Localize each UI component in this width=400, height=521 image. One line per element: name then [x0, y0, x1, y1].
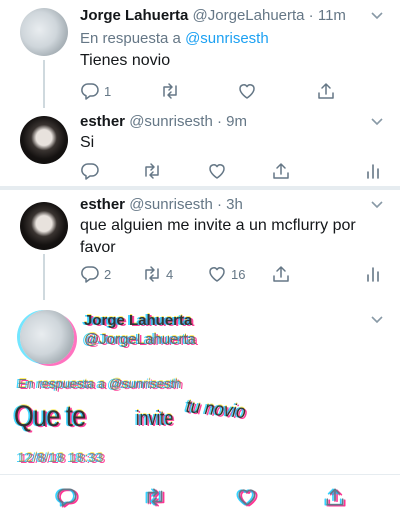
share-icon[interactable]	[324, 486, 346, 508]
detail-reply-context: En respuesta a @sunrisesth	[17, 376, 183, 391]
tweet-detail-glitched[interactable]: Jorge Lahuerta @JorgeLahuerta En respues…	[0, 300, 400, 521]
retweet-count: 4	[166, 266, 174, 282]
thread-line	[43, 60, 45, 108]
timestamp[interactable]: 3h	[226, 196, 243, 213]
user-handle[interactable]: @sunrisesth	[129, 196, 213, 213]
detail-tweet-text: Que te invite tu novio	[14, 394, 394, 444]
detail-timestamp: 12/8/18 18:33	[18, 450, 105, 465]
like-icon	[239, 84, 255, 99]
timestamp[interactable]: 11m	[318, 7, 346, 24]
share-button[interactable]	[271, 160, 291, 182]
tweet-header: esther @sunrisesth · 3h	[80, 196, 243, 213]
timestamp[interactable]: 9m	[226, 113, 247, 130]
share-icon	[318, 83, 334, 99]
reply-context: En respuesta a @sunrisesth	[80, 30, 269, 47]
share-icon	[273, 163, 289, 179]
avatar[interactable]	[20, 8, 68, 56]
retweet-icon	[145, 163, 159, 179]
share-button[interactable]	[316, 80, 336, 102]
analytics-icon	[367, 164, 379, 179]
like-button[interactable]	[207, 160, 227, 182]
user-handle[interactable]: @JorgeLahuerta	[193, 7, 305, 24]
reply-button[interactable]: 2	[80, 263, 111, 285]
retweet-button[interactable]	[160, 80, 180, 102]
reply-count: 1	[104, 83, 112, 99]
analytics-button[interactable]	[363, 160, 383, 182]
share-button[interactable]	[271, 263, 291, 285]
tweet-actions: 2 4 16	[80, 263, 380, 285]
chevron-down-icon[interactable]	[371, 201, 383, 209]
mention-link[interactable]: @sunrisesth	[108, 376, 182, 391]
display-name[interactable]: esther	[80, 196, 125, 213]
detail-user-handle[interactable]: @JorgeLahuerta	[84, 331, 196, 348]
avatar[interactable]	[20, 310, 74, 364]
user-handle[interactable]: @sunrisesth	[129, 113, 213, 130]
retweet-icon	[145, 266, 159, 282]
tweet-header: esther @sunrisesth · 9m	[80, 113, 247, 130]
chevron-down-icon[interactable]	[371, 316, 383, 324]
reply-icon[interactable]	[56, 486, 78, 508]
tweet-jorge-reply[interactable]: Jorge Lahuerta @JorgeLahuerta · 11m En r…	[0, 0, 400, 108]
mention-link[interactable]: @sunrisesth	[185, 30, 269, 47]
text-tu-novio: tu novio	[184, 396, 247, 424]
detail-display-name[interactable]: Jorge Lahuerta	[84, 312, 192, 329]
retweet-icon[interactable]	[144, 486, 166, 508]
reply-icon	[81, 266, 99, 283]
tweet-header: Jorge Lahuerta @JorgeLahuerta · 11m	[80, 7, 346, 24]
reply-button[interactable]	[80, 160, 100, 182]
reply-icon	[81, 163, 99, 180]
tweet-actions: 1	[80, 80, 380, 102]
chevron-down-icon[interactable]	[371, 118, 383, 126]
share-icon	[273, 266, 289, 282]
display-name[interactable]: Jorge Lahuerta	[80, 7, 188, 24]
chevron-down-icon[interactable]	[371, 12, 383, 20]
retweet-icon	[163, 83, 177, 99]
tweet-text: Tienes novio	[80, 52, 171, 69]
tweet-actions	[80, 160, 380, 182]
text-que-te: Que te	[14, 400, 86, 433]
like-icon	[209, 267, 225, 282]
analytics-button[interactable]	[363, 263, 383, 285]
like-count: 16	[231, 266, 246, 282]
analytics-icon	[367, 267, 379, 282]
display-name[interactable]: esther	[80, 113, 125, 130]
reply-button[interactable]: 1	[80, 80, 111, 102]
text-invite: invite	[136, 408, 174, 430]
avatar[interactable]	[20, 116, 68, 164]
tweet-esther-reply[interactable]: esther @sunrisesth · 9m Si	[0, 108, 400, 183]
reply-icon	[81, 83, 99, 100]
avatar[interactable]	[20, 202, 68, 250]
tweet-text: que alguien me invite a un mcflurry por …	[80, 217, 356, 256]
like-icon[interactable]	[236, 486, 258, 508]
divider	[0, 474, 400, 475]
thread-line	[43, 254, 45, 300]
like-button[interactable]	[237, 80, 257, 102]
like-button[interactable]: 16	[207, 263, 245, 285]
tweet-text: Si	[80, 134, 95, 151]
tweet-esther-original[interactable]: esther @sunrisesth · 3h que alguien me i…	[0, 190, 400, 300]
like-icon	[209, 164, 225, 179]
retweet-button[interactable]: 4	[142, 263, 173, 285]
retweet-button[interactable]	[142, 160, 162, 182]
reply-count: 2	[104, 266, 112, 282]
